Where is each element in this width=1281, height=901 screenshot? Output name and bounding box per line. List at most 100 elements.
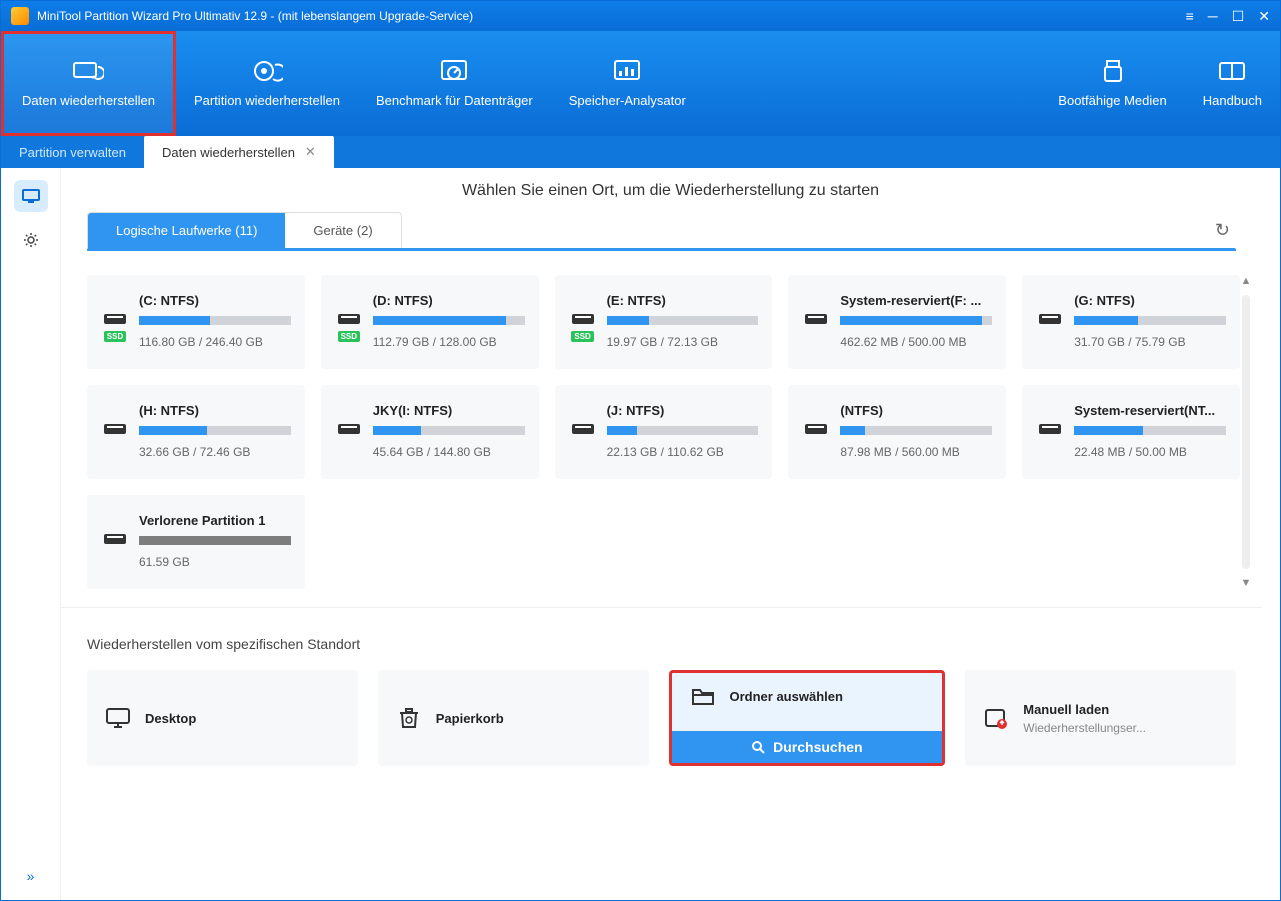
ssd-badge: SSD	[571, 331, 593, 342]
scrollbar[interactable]: ▲ ▼	[1240, 275, 1252, 589]
drive-card[interactable]: (NTFS) 87.98 MB / 560.00 MB	[788, 385, 1006, 479]
close-tab-icon[interactable]: ✕	[305, 144, 316, 160]
usage-bar	[373, 316, 525, 325]
drive-icon	[335, 403, 363, 459]
drive-icon: SSD	[101, 293, 129, 349]
rail-settings-button[interactable]	[14, 224, 48, 256]
titlebar: MiniTool Partition Wizard Pro Ultimativ …	[1, 1, 1280, 31]
partition-recover-button[interactable]: Partition wiederherstellen	[176, 31, 358, 136]
drive-name: JKY(I: NTFS)	[373, 403, 525, 418]
drive-name: System-reserviert(NT...	[1074, 403, 1226, 418]
partition-recover-label: Partition wiederherstellen	[194, 93, 340, 108]
handbook-label: Handbuch	[1203, 93, 1262, 108]
drive-card[interactable]: SSD (C: NTFS) 116.80 GB / 246.40 GB	[87, 275, 305, 369]
drive-name: (E: NTFS)	[607, 293, 759, 308]
bootmedia-label: Bootfähige Medien	[1058, 93, 1166, 108]
refresh-button[interactable]: ↻	[1215, 220, 1236, 241]
analyzer-button[interactable]: Speicher-Analysator	[551, 31, 704, 136]
drive-card[interactable]: System-reserviert(NT... 22.48 MB / 50.00…	[1022, 385, 1240, 479]
drive-card[interactable]: SSD (E: NTFS) 19.97 GB / 72.13 GB	[555, 275, 773, 369]
drive-size: 19.97 GB / 72.13 GB	[607, 335, 759, 349]
benchmark-icon	[438, 59, 470, 83]
page-title: Wählen Sie einen Ort, um die Wiederherst…	[61, 168, 1280, 212]
folder-icon	[690, 685, 716, 707]
data-recover-icon	[72, 59, 104, 83]
usage-bar	[840, 426, 992, 435]
book-icon	[1216, 59, 1248, 83]
drive-size: 45.64 GB / 144.80 GB	[373, 445, 525, 459]
document-tabs: Partition verwalten Daten wiederherstell…	[1, 136, 1280, 168]
analyzer-label: Speicher-Analysator	[569, 93, 686, 108]
drive-size: 116.80 GB / 246.40 GB	[139, 335, 291, 349]
trash-icon	[396, 707, 422, 729]
maximize-button[interactable]: ☐	[1232, 8, 1245, 25]
app-logo-icon	[11, 7, 29, 25]
drive-size: 87.98 MB / 560.00 MB	[840, 445, 992, 459]
usage-bar	[607, 426, 759, 435]
benchmark-button[interactable]: Benchmark für Datenträger	[358, 31, 551, 136]
drive-card[interactable]: (J: NTFS) 22.13 GB / 110.62 GB	[555, 385, 773, 479]
drive-card[interactable]: (H: NTFS) 32.66 GB / 72.46 GB	[87, 385, 305, 479]
usb-icon	[1097, 59, 1129, 83]
drive-size: 61.59 GB	[139, 555, 291, 569]
close-button[interactable]: ✕	[1258, 8, 1270, 25]
drive-card[interactable]: SSD (D: NTFS) 112.79 GB / 128.00 GB	[321, 275, 539, 369]
loc-manual-load[interactable]: Manuell laden Wiederherstellungser...	[965, 670, 1236, 766]
drive-name: (C: NTFS)	[139, 293, 291, 308]
loc-select-folder[interactable]: Ordner auswählen Durchsuchen	[669, 670, 946, 766]
inner-tab-logical[interactable]: Logische Laufwerke (11)	[88, 213, 285, 248]
minimize-button[interactable]: ─	[1208, 8, 1218, 25]
tab-data-recover[interactable]: Daten wiederherstellen ✕	[144, 136, 334, 168]
partition-recover-icon	[251, 59, 283, 83]
drive-name: (G: NTFS)	[1074, 293, 1226, 308]
drive-name: System-reserviert(F: ...	[840, 293, 992, 308]
inner-tab-devices[interactable]: Geräte (2)	[285, 213, 400, 248]
bootmedia-button[interactable]: Bootfähige Medien	[1040, 31, 1184, 136]
drive-size: 22.48 MB / 50.00 MB	[1074, 445, 1226, 459]
usage-bar	[139, 426, 291, 435]
handbook-button[interactable]: Handbuch	[1185, 31, 1280, 136]
window-title: MiniTool Partition Wizard Pro Ultimativ …	[37, 9, 1186, 23]
rail-location-button[interactable]	[14, 180, 48, 212]
menu-icon[interactable]: ≡	[1186, 8, 1194, 25]
tab-manage-partition[interactable]: Partition verwalten	[1, 136, 144, 168]
usage-bar	[607, 316, 759, 325]
ssd-badge: SSD	[338, 331, 360, 342]
drive-card[interactable]: (G: NTFS) 31.70 GB / 75.79 GB	[1022, 275, 1240, 369]
data-recover-label: Daten wiederherstellen	[22, 93, 155, 108]
analyzer-icon	[611, 59, 643, 83]
usage-bar	[1074, 316, 1226, 325]
usage-bar	[1074, 426, 1226, 435]
drive-size: 22.13 GB / 110.62 GB	[607, 445, 759, 459]
drive-size: 32.66 GB / 72.46 GB	[139, 445, 291, 459]
drive-card[interactable]: System-reserviert(F: ... 462.62 MB / 500…	[788, 275, 1006, 369]
usage-bar	[139, 316, 291, 325]
monitor-icon	[105, 707, 131, 729]
usage-bar	[373, 426, 525, 435]
scroll-down-icon[interactable]: ▼	[1241, 577, 1252, 589]
drive-name: (H: NTFS)	[139, 403, 291, 418]
locations-title: Wiederherstellen vom spezifischen Stando…	[61, 608, 1262, 670]
drive-card[interactable]: Verlorene Partition 1 61.59 GB	[87, 495, 305, 589]
browse-button[interactable]: Durchsuchen	[672, 731, 943, 763]
data-recover-button[interactable]: Daten wiederherstellen	[1, 31, 176, 136]
rail-expand-button[interactable]: »	[27, 868, 35, 884]
gear-icon	[23, 232, 39, 248]
ssd-badge: SSD	[104, 331, 126, 342]
drive-icon	[101, 403, 129, 459]
drive-size: 462.62 MB / 500.00 MB	[840, 335, 992, 349]
drive-name: (J: NTFS)	[607, 403, 759, 418]
side-rail: »	[1, 168, 61, 900]
scroll-up-icon[interactable]: ▲	[1241, 275, 1252, 287]
drive-name: (D: NTFS)	[373, 293, 525, 308]
drive-icon	[101, 513, 129, 569]
loc-desktop[interactable]: Desktop	[87, 670, 358, 766]
drive-icon: SSD	[335, 293, 363, 349]
drive-icon	[802, 403, 830, 459]
drive-icon	[1036, 293, 1064, 349]
drive-size: 31.70 GB / 75.79 GB	[1074, 335, 1226, 349]
drive-icon	[802, 293, 830, 349]
drive-size: 112.79 GB / 128.00 GB	[373, 335, 525, 349]
drive-card[interactable]: JKY(I: NTFS) 45.64 GB / 144.80 GB	[321, 385, 539, 479]
loc-trash[interactable]: Papierkorb	[378, 670, 649, 766]
